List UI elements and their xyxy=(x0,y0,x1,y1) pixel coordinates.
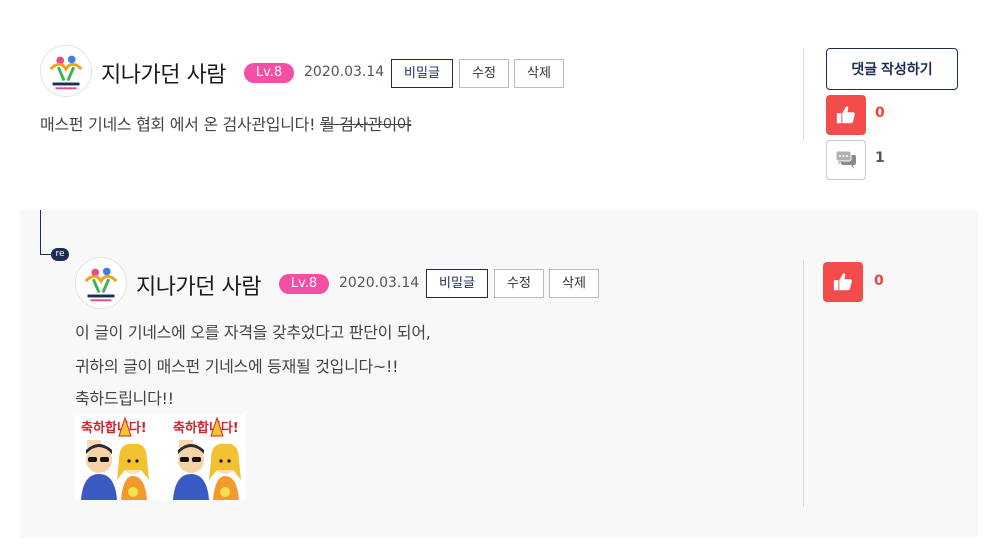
reply-connector xyxy=(40,210,41,255)
reply-level-badge: Lv.8 xyxy=(279,274,329,294)
reply-author: 지나가던 사람 xyxy=(136,275,261,300)
comment-count-button[interactable] xyxy=(826,140,866,180)
comment-body: 매스펀 기네스 협회 에서 온 검사관입니다! 뭘 검사관이야 xyxy=(40,110,412,140)
comment-date: 2020.03.14 xyxy=(304,64,385,80)
thumbs-up-icon xyxy=(833,273,852,291)
reply-avatar xyxy=(75,257,127,309)
sticker-text: 축하합니다! xyxy=(81,420,147,436)
congrats-sticker-image: 축하합니다! xyxy=(75,414,246,500)
avatar xyxy=(40,45,92,97)
reply-delete-button[interactable]: 삭제 xyxy=(549,269,599,298)
reply-edit-button[interactable]: 수정 xyxy=(494,269,544,298)
write-reply-button[interactable]: 댓글 작성하기 xyxy=(826,48,958,90)
like-count: 0 xyxy=(875,105,885,121)
reply-divider xyxy=(803,260,804,507)
speech-bubbles-icon xyxy=(835,150,856,169)
reply-like-count: 0 xyxy=(874,273,884,289)
divider xyxy=(803,48,804,140)
delete-button[interactable]: 삭제 xyxy=(514,59,564,88)
reply-badge: re xyxy=(51,248,69,261)
thumbs-up-icon xyxy=(836,106,855,124)
reply-line-2: 귀하의 글이 매스펀 기네스에 등재될 것입니다~!! xyxy=(75,357,399,376)
comment-author: 지나가던 사람 xyxy=(101,63,226,88)
comment-count: 1 xyxy=(875,150,885,166)
reply-line-3: 축하드립니다!! xyxy=(75,389,174,408)
reply-secret-button[interactable]: 비밀글 xyxy=(426,269,488,298)
reply-line-1: 이 글이 기네스에 오를 자격을 갖추었다고 판단이 되어, xyxy=(75,323,431,342)
edit-button[interactable]: 수정 xyxy=(459,59,509,88)
comment-struck-text: 뭘 검사관이야 xyxy=(319,115,412,134)
secret-button[interactable]: 비밀글 xyxy=(391,59,453,88)
reply-date: 2020.03.14 xyxy=(339,275,420,291)
level-badge: Lv.8 xyxy=(244,63,294,83)
like-button[interactable] xyxy=(826,95,866,135)
reply-like-button[interactable] xyxy=(823,262,863,302)
comment-text: 매스펀 기네스 협회 에서 온 검사관입니다! xyxy=(40,115,316,134)
